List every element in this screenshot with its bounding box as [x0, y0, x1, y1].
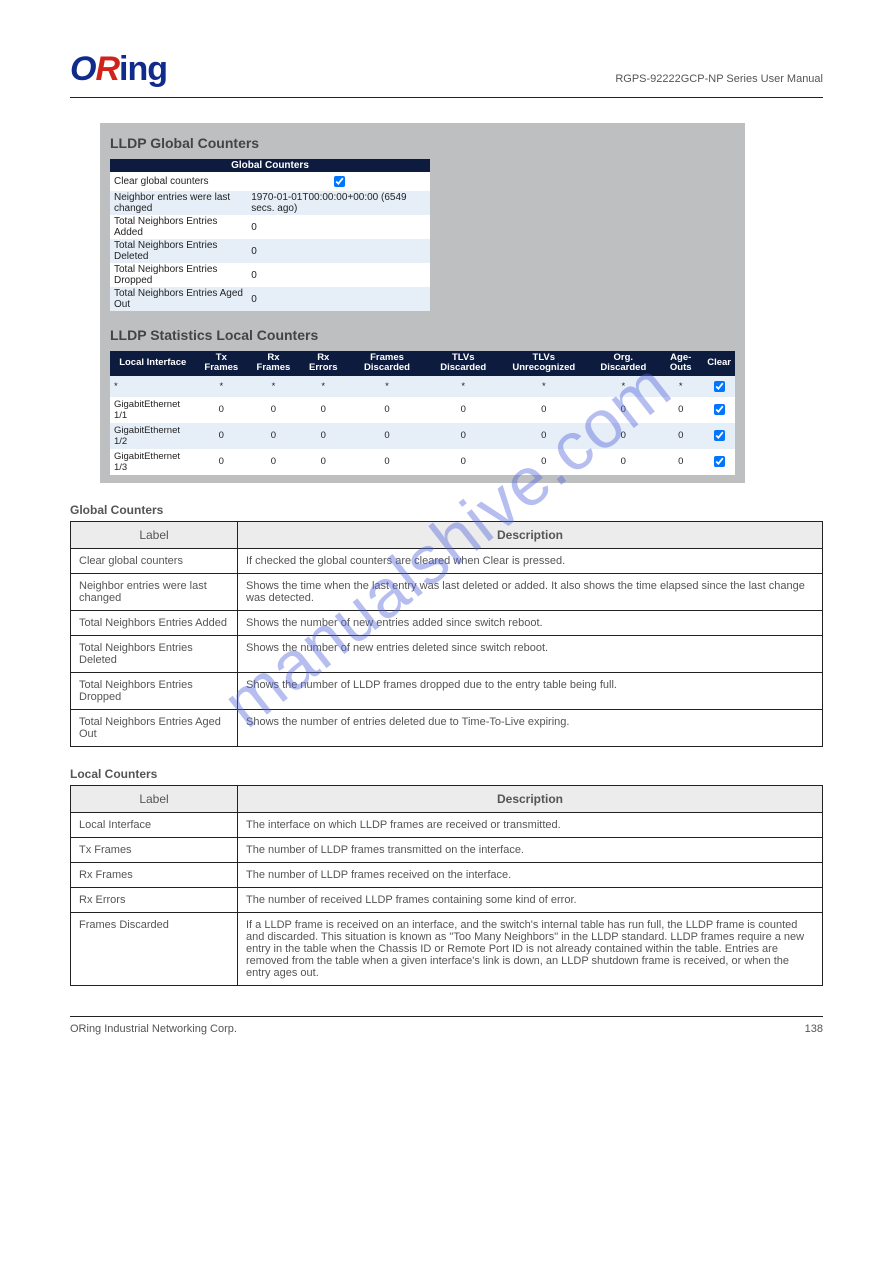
lc-h5: TLVs Discarded — [427, 351, 499, 376]
spec-l-r4-l: Frames Discarded — [71, 912, 238, 985]
spec-g-r4-d: Shows the number of LLDP frames dropped … — [238, 672, 823, 709]
lc-h2: Rx Frames — [247, 351, 299, 376]
clear-row-checkbox[interactable] — [714, 456, 725, 467]
spec-l-r3-l: Rx Errors — [71, 887, 238, 912]
spec-l-r0-l: Local Interface — [71, 812, 238, 837]
spec-g-r0-l: Clear global counters — [71, 548, 238, 573]
header-row: ORing RGPS-92222GCP-NP Series User Manua… — [70, 50, 823, 98]
spec-col-label: Label — [71, 785, 238, 812]
gc-deleted-label: Total Neighbors Entries Deleted — [110, 239, 247, 263]
global-counters-table: Global Counters Clear global counters Ne… — [110, 159, 430, 311]
lc-r2-name: GigabitEthernet 1/2 — [110, 423, 195, 449]
spec-l-r2-l: Rx Frames — [71, 862, 238, 887]
lc-h9: Clear — [703, 351, 735, 376]
spec-g-r1-d: Shows the time when the last entry was l… — [238, 573, 823, 610]
lc-h0: Local Interface — [110, 351, 195, 376]
spec-g-r2-d: Shows the number of new entries added si… — [238, 610, 823, 635]
lc-r3-name: GigabitEthernet 1/3 — [110, 449, 195, 475]
oring-logo: ORing — [70, 50, 167, 89]
spec-l-r3-d: The number of received LLDP frames conta… — [238, 887, 823, 912]
lc-h3: Rx Errors — [300, 351, 347, 376]
gc-last-value: 1970-01-01T00:00:00+00:00 (6549 secs. ag… — [247, 191, 430, 215]
gc-dropped-label: Total Neighbors Entries Dropped — [110, 263, 247, 287]
lc-h4: Frames Discarded — [347, 351, 427, 376]
spec-g-r0-d: If checked the global counters are clear… — [238, 548, 823, 573]
lc-r1-name: GigabitEthernet 1/1 — [110, 397, 195, 423]
gc-dropped-value: 0 — [247, 263, 430, 287]
footer-page: 138 — [805, 1023, 823, 1035]
spec-heading-local: Local Counters — [70, 767, 823, 781]
spec-col-desc: Description — [238, 785, 823, 812]
gc-last-label: Neighbor entries were last changed — [110, 191, 247, 215]
gc-aged-value: 0 — [247, 287, 430, 311]
gc-clear-label: Clear global counters — [110, 172, 247, 191]
spec-g-r4-l: Total Neighbors Entries Dropped — [71, 672, 238, 709]
footer-left: ORing Industrial Networking Corp. — [70, 1023, 237, 1035]
spec-heading-global: Global Counters — [70, 503, 823, 517]
gc-deleted-value: 0 — [247, 239, 430, 263]
clear-row-checkbox[interactable] — [714, 430, 725, 441]
spec-l-r1-d: The number of LLDP frames transmitted on… — [238, 837, 823, 862]
spec-table-local: Label Description Local Interface The in… — [70, 785, 823, 986]
spec-col-desc: Description — [238, 521, 823, 548]
lc-h1: Tx Frames — [195, 351, 247, 376]
ui-screenshot: LLDP Global Counters Global Counters Cle… — [100, 123, 745, 483]
lc-star: * — [110, 376, 195, 397]
local-counters-table: Local Interface Tx Frames Rx Frames Rx E… — [110, 351, 735, 475]
gc-added-value: 0 — [247, 215, 430, 239]
spec-table-global: Label Description Clear global counters … — [70, 521, 823, 747]
gc-aged-label: Total Neighbors Entries Aged Out — [110, 287, 247, 311]
ui-title-local: LLDP Statistics Local Counters — [110, 327, 735, 343]
ui-title-global: LLDP Global Counters — [110, 135, 735, 151]
clear-row-checkbox[interactable] — [714, 404, 725, 415]
spec-g-r1-l: Neighbor entries were last changed — [71, 573, 238, 610]
spec-g-r2-l: Total Neighbors Entries Added — [71, 610, 238, 635]
spec-l-r4-d: If a LLDP frame is received on an interf… — [238, 912, 823, 985]
spec-g-r5-l: Total Neighbors Entries Aged Out — [71, 709, 238, 746]
lc-h6: TLVs Unrecognized — [499, 351, 588, 376]
gc-head: Global Counters — [110, 159, 430, 172]
footer: ORing Industrial Networking Corp. 138 — [70, 1016, 823, 1035]
clear-global-checkbox[interactable] — [334, 176, 345, 187]
header-model: RGPS-92222GCP-NP Series User Manual — [615, 73, 823, 89]
spec-g-r3-l: Total Neighbors Entries Deleted — [71, 635, 238, 672]
spec-l-r0-d: The interface on which LLDP frames are r… — [238, 812, 823, 837]
gc-added-label: Total Neighbors Entries Added — [110, 215, 247, 239]
spec-g-r3-d: Shows the number of new entries deleted … — [238, 635, 823, 672]
spec-g-r5-d: Shows the number of entries deleted due … — [238, 709, 823, 746]
spec-l-r1-l: Tx Frames — [71, 837, 238, 862]
spec-col-label: Label — [71, 521, 238, 548]
spec-l-r2-d: The number of LLDP frames received on th… — [238, 862, 823, 887]
clear-all-checkbox[interactable] — [714, 381, 725, 392]
lc-h7: Org. Discarded — [588, 351, 658, 376]
lc-h8: Age-Outs — [658, 351, 703, 376]
